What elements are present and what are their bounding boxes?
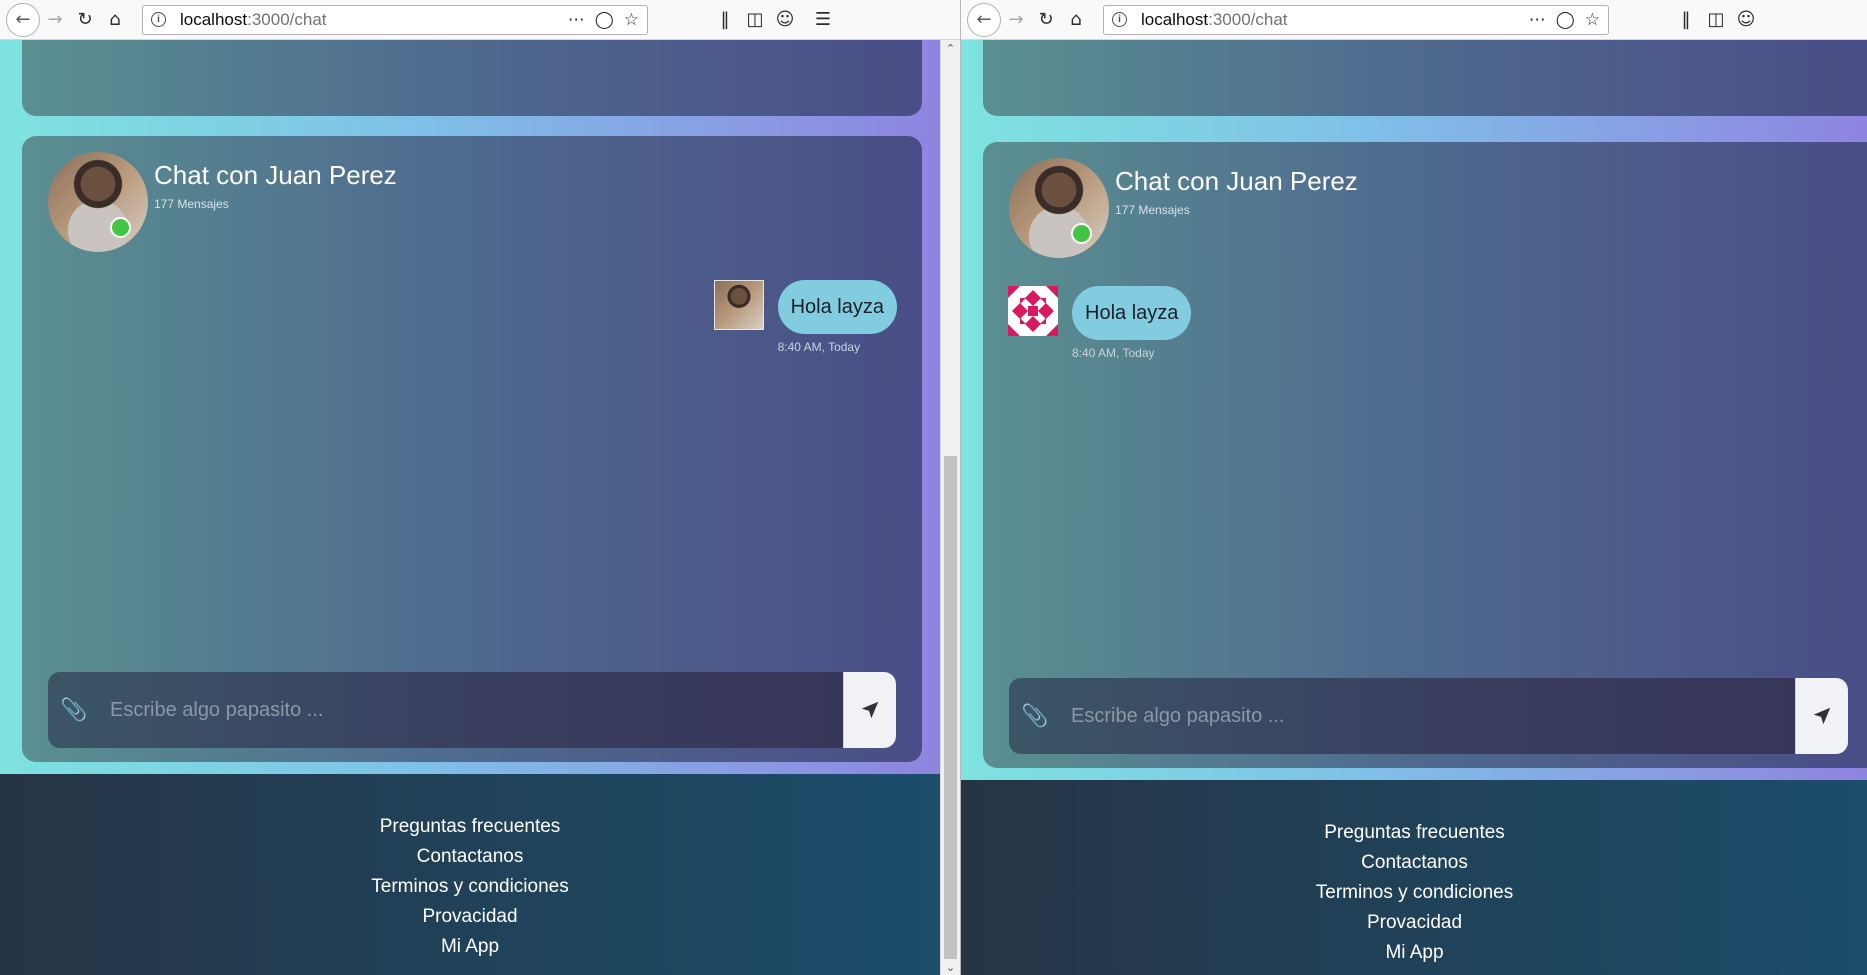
chat-title: Chat con Juan Perez xyxy=(1115,166,1358,196)
browser-toolbar: ← → ↻ ⌂ i localhost :3000/chat ⋯ ◯ ☆ ‖ ◫… xyxy=(0,0,960,40)
url-bar[interactable]: i localhost :3000/chat ⋯ ◯ ☆ xyxy=(1103,4,1609,35)
message-bubble: Hola layza xyxy=(777,280,897,334)
sender-identicon-avatar xyxy=(1008,286,1058,336)
back-arrow-icon[interactable]: ← xyxy=(6,2,40,37)
send-button[interactable] xyxy=(1795,678,1848,754)
chat-card: Chat con Juan Perez 177 Mensajes Hola la… xyxy=(22,136,922,762)
reload-icon[interactable]: ↻ xyxy=(70,5,100,35)
url-host: localhost xyxy=(1141,9,1209,29)
message-row: Hola layza 8:40 AM, Today xyxy=(1008,286,1192,360)
account-icon[interactable]: ☺ xyxy=(770,5,800,35)
sender-avatar xyxy=(713,280,764,330)
home-icon[interactable]: ⌂ xyxy=(1061,5,1091,35)
url-path: :3000/chat xyxy=(247,9,327,29)
home-icon[interactable]: ⌂ xyxy=(100,5,130,35)
footer-link-app[interactable]: Mi App xyxy=(441,932,499,962)
message-count: 177 Mensajes xyxy=(154,197,229,211)
sidebar-icon[interactable]: ◫ xyxy=(1701,5,1731,35)
message-input-bar: 📎 xyxy=(1009,678,1848,754)
chat-title: Chat con Juan Perez xyxy=(154,160,397,190)
star-icon[interactable]: ☆ xyxy=(624,10,639,30)
send-button[interactable] xyxy=(843,672,896,748)
back-arrow-icon[interactable]: ← xyxy=(967,2,1001,37)
message-bubble: Hola layza xyxy=(1072,286,1192,340)
url-host: localhost xyxy=(180,9,248,29)
browser-window-left: ← → ↻ ⌂ i localhost :3000/chat ⋯ ◯ ☆ ‖ ◫… xyxy=(0,0,960,975)
message-input[interactable] xyxy=(1061,678,1795,754)
previous-card xyxy=(983,40,1867,116)
chat-card: Chat con Juan Perez 177 Mensajes Hola la… xyxy=(983,142,1867,768)
page-viewport: Chat con Juan Perez 177 Mensajes Hola la… xyxy=(961,40,1867,975)
info-icon[interactable]: i xyxy=(1112,12,1127,27)
message-input[interactable] xyxy=(100,672,843,748)
message-time: 8:40 AM, Today xyxy=(1072,346,1155,360)
forward-arrow-icon[interactable]: → xyxy=(1001,5,1031,35)
hamburger-menu-icon[interactable]: ☰ xyxy=(808,5,838,35)
message-input-bar: 📎 xyxy=(48,672,896,748)
paperclip-icon[interactable]: 📎 xyxy=(48,672,100,748)
paperclip-icon[interactable]: 📎 xyxy=(1009,678,1061,754)
chat-header: Chat con Juan Perez 177 Mensajes xyxy=(48,152,397,252)
footer-link-faq[interactable]: Preguntas frecuentes xyxy=(1324,818,1505,848)
online-status-dot xyxy=(110,217,131,238)
account-icon[interactable]: ☺ xyxy=(1731,5,1761,35)
more-icon[interactable]: ⋯ xyxy=(1529,10,1546,30)
footer: Preguntas frecuentes Contactanos Termino… xyxy=(0,774,940,975)
message-count: 177 Mensajes xyxy=(1115,203,1190,217)
library-icon[interactable]: ‖ xyxy=(710,5,740,35)
sidebar-icon[interactable]: ◫ xyxy=(740,5,770,35)
footer: Preguntas frecuentes Contactanos Termino… xyxy=(961,780,1867,975)
chat-header: Chat con Juan Perez 177 Mensajes xyxy=(1009,158,1358,258)
scroll-down-icon[interactable]: ⌄ xyxy=(941,959,960,975)
footer-link-contact[interactable]: Contactanos xyxy=(417,842,524,872)
pocket-icon[interactable]: ◯ xyxy=(1556,10,1575,30)
forward-arrow-icon[interactable]: → xyxy=(40,5,70,35)
footer-link-privacy[interactable]: Provacidad xyxy=(422,902,517,932)
more-icon[interactable]: ⋯ xyxy=(568,10,585,30)
url-path: :3000/chat xyxy=(1208,9,1288,29)
browser-window-right: ← → ↻ ⌂ i localhost :3000/chat ⋯ ◯ ☆ ‖ ◫… xyxy=(960,0,1867,975)
reload-icon[interactable]: ↻ xyxy=(1031,5,1061,35)
library-icon[interactable]: ‖ xyxy=(1671,5,1701,35)
send-icon xyxy=(861,701,879,719)
contact-avatar xyxy=(48,152,148,252)
footer-link-terms[interactable]: Terminos y condiciones xyxy=(371,872,568,902)
contact-avatar xyxy=(1009,158,1109,258)
previous-card xyxy=(22,40,922,116)
scrollbar-thumb[interactable] xyxy=(944,456,957,959)
info-icon[interactable]: i xyxy=(151,12,166,27)
footer-link-privacy[interactable]: Provacidad xyxy=(1367,908,1462,938)
scrollbar[interactable]: ⌃ ⌄ xyxy=(940,40,960,975)
footer-link-terms[interactable]: Terminos y condiciones xyxy=(1316,878,1513,908)
message-time: 8:40 AM, Today xyxy=(777,340,861,354)
page-viewport: Chat con Juan Perez 177 Mensajes Hola la… xyxy=(0,40,940,975)
footer-link-contact[interactable]: Contactanos xyxy=(1361,848,1468,878)
footer-link-app[interactable]: Mi App xyxy=(1385,938,1443,968)
send-icon xyxy=(1813,707,1831,725)
scroll-up-icon[interactable]: ⌃ xyxy=(941,40,960,56)
star-icon[interactable]: ☆ xyxy=(1585,10,1600,30)
online-status-dot xyxy=(1071,223,1092,244)
message-row: Hola layza 8:40 AM, Today xyxy=(713,280,897,354)
url-bar[interactable]: i localhost :3000/chat ⋯ ◯ ☆ xyxy=(142,4,648,35)
pocket-icon[interactable]: ◯ xyxy=(595,10,614,30)
footer-link-faq[interactable]: Preguntas frecuentes xyxy=(380,812,561,842)
browser-toolbar: ← → ↻ ⌂ i localhost :3000/chat ⋯ ◯ ☆ ‖ ◫… xyxy=(961,0,1867,40)
